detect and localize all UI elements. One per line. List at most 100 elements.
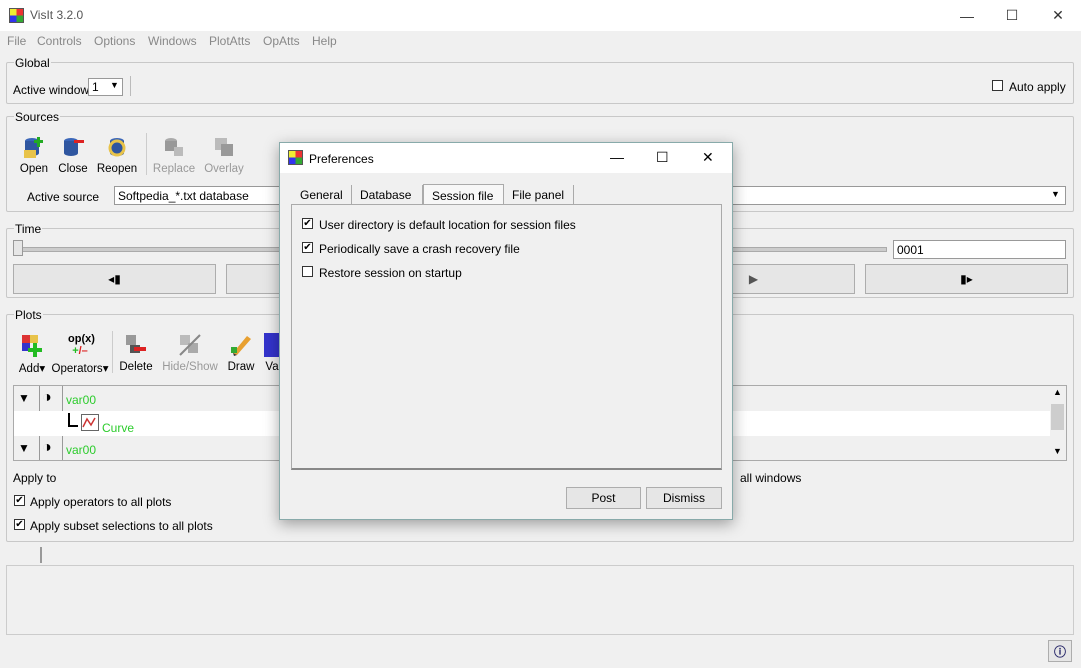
preferences-dialog: Preferences — ☐ ✕ General Database Sessi…: [279, 142, 733, 520]
step-forward-icon: ▮▸: [960, 272, 973, 286]
add-plot-icon: [22, 335, 42, 357]
dismiss-button[interactable]: Dismiss: [646, 487, 722, 509]
menu-plotatts[interactable]: PlotAtts: [209, 34, 250, 48]
divider: [146, 133, 147, 175]
operators-label: Operators▾: [51, 363, 109, 375]
session-file-page: ✔ User directory is default location for…: [291, 204, 722, 470]
expand-triangle-icon[interactable]: ▼: [18, 391, 30, 405]
active-source-value: Softpedia_*.txt database: [118, 189, 249, 203]
user-directory-label: User directory is default location for s…: [319, 218, 576, 232]
restore-session-label: Restore session on startup: [319, 266, 462, 280]
active-window-combo[interactable]: 1 ▼: [88, 78, 123, 96]
add-plot-button[interactable]: Add▾: [15, 333, 49, 375]
active-source-label: Active source: [27, 190, 100, 204]
reverse-play-button[interactable]: [226, 264, 286, 294]
expand-triangle-icon[interactable]: ▼: [18, 441, 30, 455]
tab-session-file[interactable]: Session file: [423, 184, 504, 206]
divider: [62, 436, 63, 460]
variables-button[interactable]: Va: [264, 333, 280, 373]
draw-pencil-icon: [231, 336, 251, 356]
visit-app-icon: [9, 8, 24, 23]
visibility-icon[interactable]: ◑: [42, 440, 52, 456]
title-bar: VisIt 3.2.0 — ☐ ✕: [0, 0, 1081, 31]
plot-list-scrollbar[interactable]: ▲ ▼: [1050, 386, 1066, 460]
time-frame-input[interactable]: 0001: [893, 240, 1066, 259]
info-icon: ⓘ: [1053, 644, 1066, 659]
info-button[interactable]: ⓘ: [1048, 640, 1072, 662]
tree-line: [68, 425, 78, 427]
open-label: Open: [19, 163, 49, 175]
divider: [62, 386, 63, 411]
open-button[interactable]: Open: [18, 135, 50, 175]
operators-icon: op(x) +/–: [68, 333, 95, 357]
apply-operators-label: Apply operators to all plots: [30, 495, 172, 509]
menu-options[interactable]: Options: [94, 34, 135, 48]
overlay-button[interactable]: Overlay: [202, 135, 246, 175]
overlay-icon: [215, 138, 233, 156]
reopen-label: Reopen: [96, 163, 138, 175]
post-label: Post: [591, 491, 616, 505]
tab-file-panel[interactable]: File panel: [504, 185, 574, 205]
menu-help[interactable]: Help: [312, 34, 337, 48]
apply-operators-checkbox[interactable]: ✔: [14, 495, 25, 506]
menu-windows[interactable]: Windows: [148, 34, 197, 48]
divider: [112, 331, 113, 373]
next-frame-button[interactable]: ▮▸: [865, 264, 1068, 294]
plot-var-name: var00: [66, 393, 97, 407]
window-title: VisIt 3.2.0: [30, 8, 84, 22]
reopen-button[interactable]: Reopen: [96, 135, 138, 175]
minimize-button[interactable]: —: [944, 0, 990, 31]
delete-label: Delete: [119, 361, 153, 373]
tab-label: Database: [360, 188, 412, 202]
global-title: Global: [14, 56, 51, 70]
prev-frame-button[interactable]: ◂▮: [13, 264, 216, 294]
hide-show-label: Hide/Show: [162, 361, 218, 373]
splitter-handle[interactable]: [40, 547, 42, 563]
apply-subset-label: Apply subset selections to all plots: [30, 519, 213, 533]
user-directory-checkbox[interactable]: ✔: [302, 218, 313, 229]
visit-app-icon: [288, 150, 303, 165]
close-database-button[interactable]: Close: [57, 135, 89, 175]
menu-file[interactable]: File: [7, 34, 26, 48]
delete-plot-button[interactable]: Delete: [118, 333, 154, 373]
dialog-maximize-button[interactable]: ☐: [656, 149, 669, 166]
close-label: Close: [58, 163, 88, 175]
dialog-close-button[interactable]: ✕: [702, 149, 714, 166]
visibility-icon[interactable]: ◑: [42, 390, 52, 406]
crash-recovery-checkbox[interactable]: ✔: [302, 242, 313, 253]
dialog-title-bar: Preferences — ☐ ✕: [280, 143, 732, 173]
hide-show-icon: [179, 334, 201, 356]
time-title: Time: [14, 222, 43, 236]
time-slider-handle[interactable]: [13, 240, 23, 256]
tab-general[interactable]: General: [292, 185, 352, 205]
apply-subset-checkbox[interactable]: ✔: [14, 519, 25, 530]
close-button[interactable]: ✕: [1035, 0, 1081, 31]
hide-show-button[interactable]: Hide/Show: [162, 333, 218, 373]
chevron-down-icon: ▼: [1051, 189, 1060, 199]
delete-plot-icon: [126, 335, 146, 353]
auto-apply-checkbox[interactable]: [992, 80, 1003, 91]
tab-label: File panel: [512, 188, 565, 202]
menu-controls[interactable]: Controls: [37, 34, 82, 48]
replace-button[interactable]: Replace: [152, 135, 196, 175]
notepad-tab-bar: [6, 545, 1074, 566]
scroll-down-icon[interactable]: ▼: [1053, 446, 1062, 456]
tab-bar: General Database Session file File panel: [292, 184, 722, 206]
divider: [130, 76, 131, 96]
variables-icon: [264, 333, 280, 357]
dismiss-label: Dismiss: [663, 491, 705, 505]
draw-button[interactable]: Draw: [225, 333, 257, 373]
maximize-button[interactable]: ☐: [989, 0, 1035, 31]
tab-label: Session file: [432, 188, 494, 203]
menu-opatts[interactable]: OpAtts: [263, 34, 300, 48]
scroll-up-icon[interactable]: ▲: [1053, 387, 1062, 397]
restore-session-checkbox[interactable]: [302, 266, 313, 277]
curve-plot-icon: [81, 414, 99, 431]
post-button[interactable]: Post: [566, 487, 641, 509]
tab-database[interactable]: Database: [352, 185, 423, 205]
reopen-icon: [108, 138, 126, 157]
menu-bar: File Controls Options Windows PlotAtts O…: [0, 31, 1081, 51]
dialog-minimize-button[interactable]: —: [610, 149, 624, 165]
operators-button[interactable]: op(x) +/– Operators▾: [51, 333, 109, 375]
scrollbar-thumb[interactable]: [1051, 404, 1064, 430]
